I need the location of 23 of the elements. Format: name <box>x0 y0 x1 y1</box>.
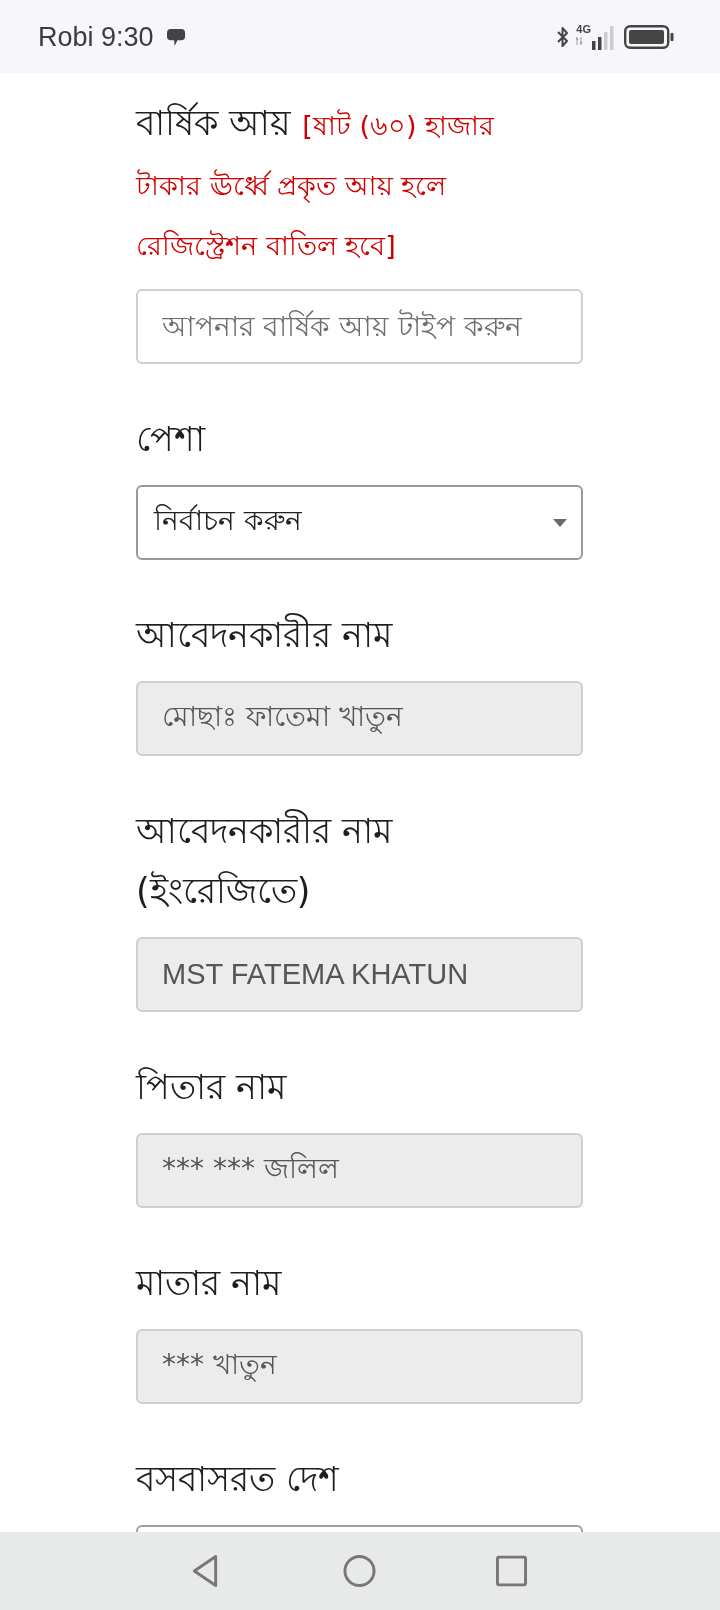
chat-bubble-icon <box>165 28 187 47</box>
field-label: বসবাসরত দেশ <box>136 1458 340 1501</box>
network-type: 4G <box>576 22 591 35</box>
field-label: আবেদনকারীর নাম <box>136 612 393 657</box>
home-button[interactable] <box>343 1554 376 1588</box>
field-label: পিতার নাম <box>136 1066 287 1109</box>
text-field[interactable]: আপনার বার্ষিক আয় টাইপ করুন <box>136 289 583 364</box>
recents-button[interactable] <box>496 1555 527 1587</box>
back-button[interactable] <box>191 1554 219 1588</box>
battery-icon <box>624 24 674 49</box>
carrier-time: Robi 9:30 <box>38 20 154 53</box>
field-label: পেশা <box>136 418 205 461</box>
select-field[interactable]: নির্বাচন করুন <box>136 485 583 560</box>
field-label: আবেদনকারীর নাম (ইংরেজিতে) <box>136 808 394 913</box>
field-label: বার্ষিক আয় [ষাট (৬০) হাজার টাকার ঊর্ধ্বে প্রকৃত আয় হলে রেজিস্ট্রেশন বাতিল হবে] <box>136 101 496 263</box>
caret-icon <box>553 518 567 527</box>
home-icon <box>343 1554 376 1588</box>
back-icon <box>191 1554 219 1588</box>
field-label: মাতার নাম <box>136 1262 282 1305</box>
input-field[interactable] <box>136 1525 583 1532</box>
signal-icon <box>592 25 614 50</box>
bluetooth-icon <box>556 25 571 48</box>
recents-icon <box>496 1555 527 1587</box>
